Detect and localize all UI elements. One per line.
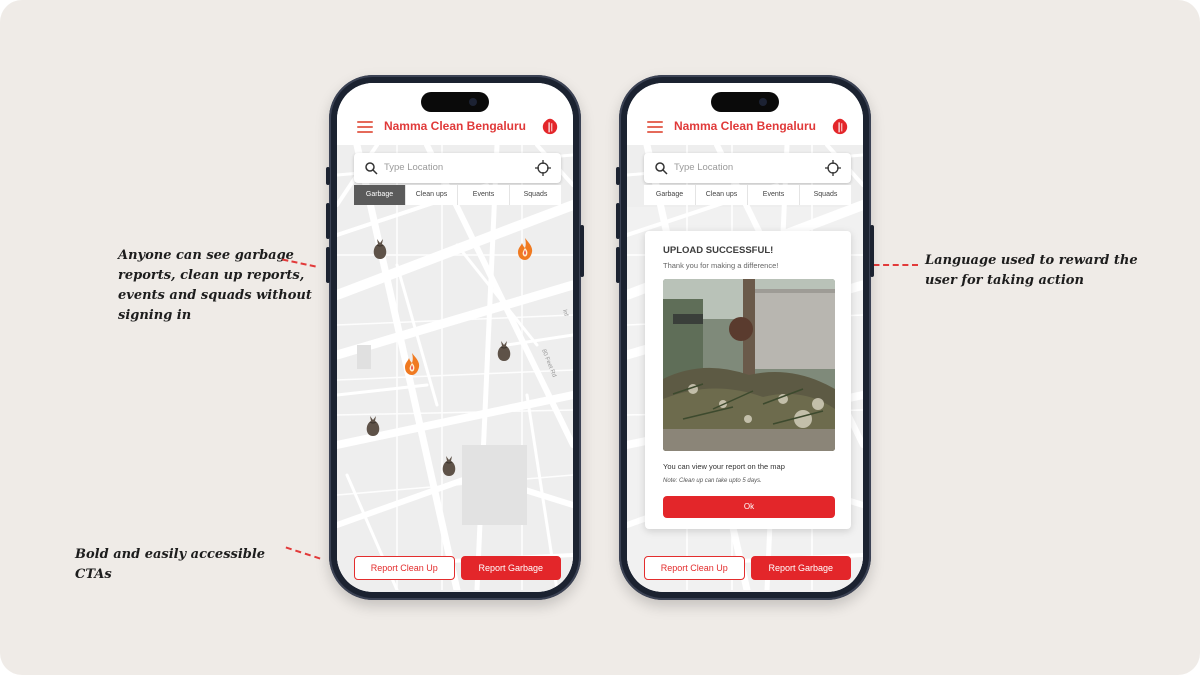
map-view[interactable]: 80 Feet Rd Inf — [337, 145, 573, 592]
tab-squads[interactable]: Squads — [510, 185, 561, 205]
phone-right: Namma Clean Bengaluru Type Location Garb… — [616, 75, 874, 600]
search-icon — [365, 162, 378, 175]
report-clean-up-button[interactable]: Report Clean Up — [644, 556, 745, 580]
uploaded-garbage-photo — [663, 279, 835, 451]
garbage-bag-icon[interactable] — [363, 414, 383, 438]
ok-button[interactable]: Ok — [663, 496, 835, 518]
cta-row: Report Clean Up Report Garbage — [644, 556, 851, 580]
annotation-reward-language: Language used to reward the user for tak… — [925, 253, 1138, 288]
crosshair-icon[interactable] — [825, 160, 841, 176]
report-clean-up-button[interactable]: Report Clean Up — [354, 556, 455, 580]
category-tabs: Garbage Clean ups Events Squads — [354, 185, 561, 205]
app-title: Namma Clean Bengaluru — [383, 119, 527, 133]
search-bar[interactable]: Type Location — [354, 153, 561, 183]
dynamic-island — [421, 92, 489, 112]
phone-screen: Namma Clean Bengaluru — [337, 83, 573, 592]
tab-garbage[interactable]: Garbage — [644, 185, 696, 205]
dynamic-island — [711, 92, 779, 112]
flame-icon[interactable] — [402, 352, 422, 376]
phone-left: Namma Clean Bengaluru 80 Feet Rd Inf Typ… — [326, 75, 584, 600]
tab-events[interactable]: Events — [458, 185, 510, 205]
tab-squads[interactable]: Squads — [800, 185, 851, 205]
tab-clean-ups[interactable]: Clean ups — [696, 185, 748, 205]
tomato-logo-icon[interactable] — [541, 117, 559, 135]
annotation-ctas: Bold and easily accessible CTAs — [75, 547, 266, 582]
modal-subtitle: Thank you for making a difference! — [663, 261, 779, 270]
tab-events[interactable]: Events — [748, 185, 800, 205]
crosshair-icon[interactable] — [535, 160, 551, 176]
tab-clean-ups[interactable]: Clean ups — [406, 185, 458, 205]
report-garbage-button[interactable]: Report Garbage — [750, 556, 851, 580]
flame-icon[interactable] — [515, 237, 535, 261]
upload-success-modal: UPLOAD SUCCESSFUL! Thank you for making … — [645, 231, 851, 529]
report-garbage-button[interactable]: Report Garbage — [460, 556, 561, 580]
modal-note: Note: Clean up can take upto 5 days. — [663, 478, 762, 484]
category-tabs: Garbage Clean ups Events Squads — [644, 185, 851, 205]
modal-title: UPLOAD SUCCESSFUL! — [663, 245, 774, 256]
garbage-bag-icon[interactable] — [370, 237, 390, 261]
phone-screen: Namma Clean Bengaluru — [627, 83, 863, 592]
garbage-bag-icon[interactable] — [439, 454, 459, 478]
search-icon — [655, 162, 668, 175]
modal-message: You can view your report on the map — [663, 462, 785, 471]
tomato-logo-icon[interactable] — [831, 117, 849, 135]
search-input[interactable]: Type Location — [384, 162, 443, 173]
search-input[interactable]: Type Location — [674, 162, 733, 173]
tab-garbage[interactable]: Garbage — [354, 185, 406, 205]
app-title: Namma Clean Bengaluru — [673, 119, 817, 133]
annotation-public-access: Anyone can see garbage reports, clean up… — [118, 248, 312, 323]
search-bar[interactable]: Type Location — [644, 153, 851, 183]
map-streets: 80 Feet Rd Inf — [337, 145, 573, 590]
garbage-bag-icon[interactable] — [494, 339, 514, 363]
presentation-canvas: Anyone can see garbage reports, clean up… — [0, 0, 1200, 675]
cta-row: Report Clean Up Report Garbage — [354, 556, 561, 580]
